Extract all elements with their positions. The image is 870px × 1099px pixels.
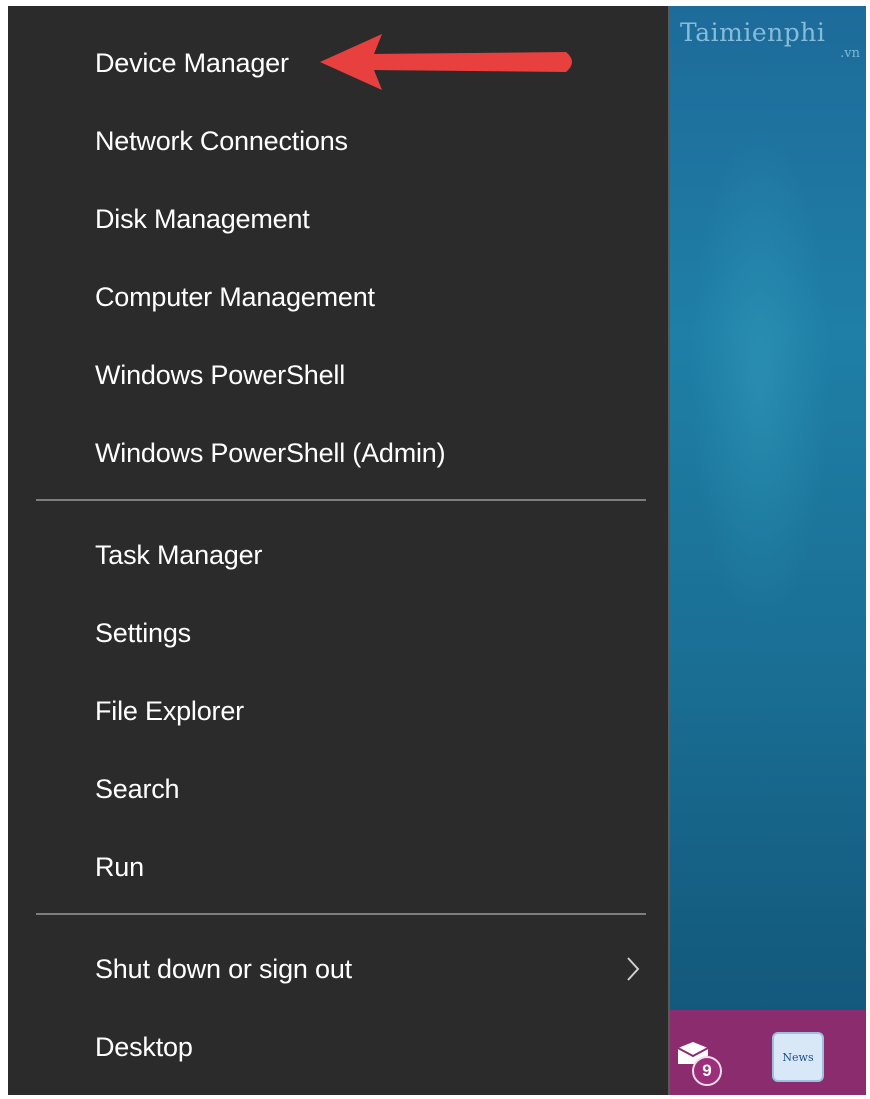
menu-item-task-manager[interactable]: Task Manager <box>8 526 668 584</box>
menu-item-search[interactable]: Search <box>8 760 668 818</box>
chevron-right-icon <box>627 957 640 981</box>
winx-context-menu: Device Manager Network Connections Disk … <box>8 6 670 1095</box>
menu-item-disk-management[interactable]: Disk Management <box>8 190 668 248</box>
watermark-suffix: .vn <box>840 46 860 61</box>
menu-item-label: Run <box>95 851 144 882</box>
menu-item-computer-management[interactable]: Computer Management <box>8 268 668 326</box>
menu-item-label: File Explorer <box>95 695 244 726</box>
menu-item-label: Task Manager <box>95 539 263 570</box>
menu-item-settings[interactable]: Settings <box>8 604 668 662</box>
menu-item-network-connections[interactable]: Network Connections <box>8 112 668 170</box>
menu-item-label: Desktop <box>95 1031 193 1062</box>
menu-item-label: Computer Management <box>95 281 375 312</box>
menu-item-run[interactable]: Run <box>8 838 668 896</box>
menu-item-label: Disk Management <box>95 203 310 234</box>
taskbar: 9 News <box>670 1010 866 1095</box>
menu-item-file-explorer[interactable]: File Explorer <box>8 682 668 740</box>
menu-separator <box>36 499 646 501</box>
menu-separator <box>36 913 646 915</box>
menu-item-label: Windows PowerShell <box>95 359 345 390</box>
menu-item-windows-powershell-admin[interactable]: Windows PowerShell (Admin) <box>8 424 668 482</box>
red-arrow-annotation <box>320 34 572 90</box>
mail-badge: 9 <box>692 1056 722 1086</box>
menu-item-label: Settings <box>95 617 191 648</box>
screenshot-frame: Taimienphi .vn 9 News Device Manager Net… <box>8 6 866 1095</box>
menu-item-label: Windows PowerShell (Admin) <box>95 437 446 468</box>
menu-item-label: Network Connections <box>95 125 348 156</box>
menu-item-desktop[interactable]: Desktop <box>8 1018 668 1076</box>
menu-item-label: Shut down or sign out <box>95 953 352 984</box>
watermark: Taimienphi <box>680 18 826 47</box>
menu-item-label: Search <box>95 773 180 804</box>
menu-item-windows-powershell[interactable]: Windows PowerShell <box>8 346 668 404</box>
desktop-background: Taimienphi .vn 9 News <box>670 6 866 1095</box>
menu-item-shut-down-or-sign-out[interactable]: Shut down or sign out <box>8 940 668 998</box>
menu-item-label: Device Manager <box>95 47 289 78</box>
news-icon[interactable]: News <box>772 1032 824 1082</box>
